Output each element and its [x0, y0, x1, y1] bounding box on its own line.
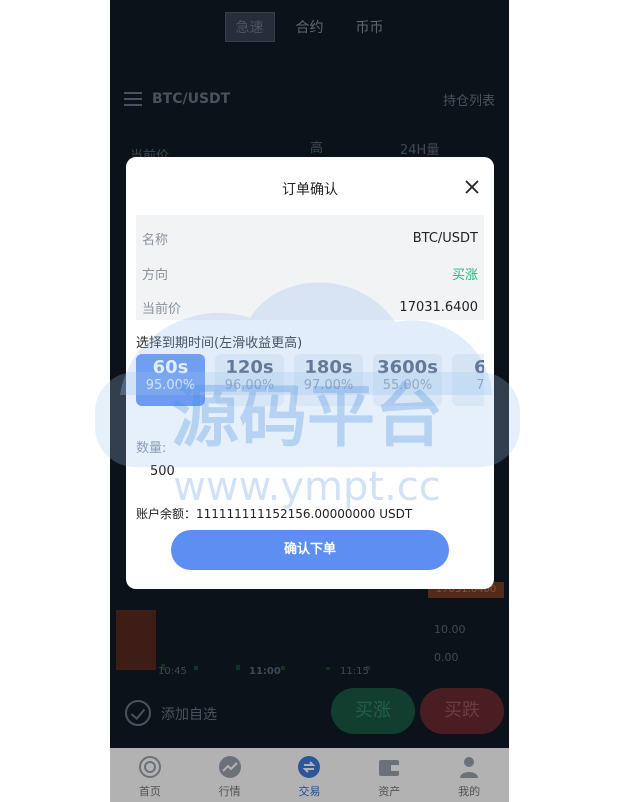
name-value: BTC/USDT — [412, 230, 478, 246]
name-label: 名称 — [142, 232, 169, 248]
expiry-rate: 95.00% — [145, 378, 196, 393]
expiry-title: 选择到期时间(左滑收益更高) — [136, 336, 303, 351]
app-screen: 急速 合约 币币 BTC/USDT 持仓列表 当前价 高 24H量 17031.… — [110, 0, 509, 802]
expiry-rate: 96.00% — [224, 378, 275, 393]
expiry-option-60s[interactable]: 60s 95.00% — [136, 354, 205, 406]
price-value: 17031.6400 — [399, 299, 478, 315]
expiry-option-180s[interactable]: 180s 97.00% — [294, 354, 363, 406]
price-label: 当前价 — [142, 301, 182, 317]
info-row-price: 当前价 17031.6400 — [142, 297, 478, 317]
expiry-time: 3600s — [377, 357, 438, 378]
close-icon[interactable] — [464, 179, 480, 195]
confirm-order-button[interactable]: 确认下单 — [171, 530, 449, 570]
direction-value: 买涨 — [451, 267, 478, 283]
expiry-time: 64 — [473, 357, 484, 378]
expiry-option-120s[interactable]: 120s 96.00% — [215, 354, 284, 406]
expiry-options[interactable]: 60s 95.00% 120s 96.00% 180s 97.00% 3600s… — [136, 354, 484, 406]
direction-label: 方向 — [142, 267, 169, 283]
order-info-box: 名称 BTC/USDT 方向 买涨 当前价 17031.6400 — [136, 215, 484, 320]
quantity-label: 数量: — [136, 441, 167, 456]
expiry-option-3600s[interactable]: 3600s 55.00% — [373, 354, 442, 406]
expiry-time: 60s — [152, 357, 189, 378]
info-row-direction: 方向 买涨 — [142, 263, 478, 283]
expiry-time: 120s — [225, 357, 274, 378]
expiry-rate: 55.00% — [382, 378, 433, 393]
info-row-name: 名称 BTC/USDT — [142, 228, 478, 248]
modal-title: 订单确认 — [282, 182, 338, 198]
expiry-rate: 97.00% — [303, 378, 354, 393]
expiry-rate: 78. — [476, 378, 484, 393]
expiry-option-partial[interactable]: 64 78. — [452, 354, 484, 406]
account-balance: 账户余额：111111111152156.00000000 USDT — [136, 507, 413, 521]
expiry-time: 180s — [304, 357, 353, 378]
order-confirm-modal: 订单确认 名称 BTC/USDT 方向 买涨 当前价 17031.6400 选择… — [126, 157, 494, 589]
quantity-input[interactable] — [150, 464, 350, 479]
